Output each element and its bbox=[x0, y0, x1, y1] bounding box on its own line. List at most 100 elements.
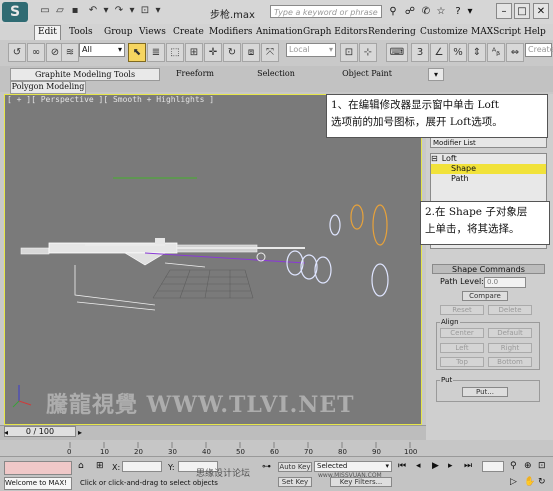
select-manipulate-icon[interactable]: ⊹ bbox=[359, 43, 377, 62]
key-mode-icon[interactable]: ⊶ bbox=[262, 462, 271, 472]
ribbon-options-dropdown[interactable]: ▾ bbox=[428, 68, 444, 81]
redo-icon[interactable]: ↷ bbox=[112, 5, 126, 17]
time-next-icon[interactable]: ▸ bbox=[78, 428, 82, 437]
percent-snap-icon[interactable]: % bbox=[449, 43, 467, 62]
project-folder-icon[interactable]: ⊡ bbox=[138, 5, 152, 17]
binoculars-icon[interactable]: ⚲ bbox=[386, 5, 400, 18]
search-input[interactable]: Type a keyword or phrase bbox=[270, 5, 382, 18]
new-file-icon[interactable]: ▭ bbox=[38, 5, 52, 17]
center-button[interactable]: Center bbox=[440, 328, 484, 338]
play-icon[interactable]: ▶ bbox=[432, 461, 439, 471]
x-coordinate-input[interactable] bbox=[122, 461, 162, 472]
open-folder-icon[interactable]: ▱ bbox=[53, 5, 67, 17]
default-button[interactable]: Default bbox=[488, 328, 532, 338]
tab-polygon-modeling[interactable]: Polygon Modeling bbox=[10, 81, 86, 94]
selected-set-select[interactable]: Selected ▾ bbox=[314, 461, 392, 472]
named-selection-sets-input[interactable]: Create bbox=[525, 43, 553, 57]
edit-named-selections-icon[interactable]: ᴬᵦ bbox=[487, 43, 505, 62]
undo-dropdown-icon[interactable]: ▾ bbox=[99, 5, 113, 17]
set-key-button[interactable]: Set Key bbox=[278, 477, 312, 487]
expand-icon[interactable]: ⊟ bbox=[431, 154, 438, 163]
link-icon[interactable]: ∞ bbox=[27, 43, 45, 62]
menu-group[interactable]: Group bbox=[101, 25, 135, 39]
tab-graphite-modeling-tools[interactable]: Graphite Modeling Tools bbox=[10, 68, 160, 81]
time-prev-icon[interactable]: ◂ bbox=[4, 428, 8, 437]
spinner-snap-icon[interactable]: ⇕ bbox=[468, 43, 486, 62]
minimize-button[interactable]: – bbox=[496, 3, 512, 19]
favorites-icon[interactable]: ☆ bbox=[434, 5, 448, 18]
modifier-list-select[interactable]: Modifier List bbox=[430, 137, 547, 148]
tab-selection[interactable]: Selection bbox=[248, 68, 304, 79]
tab-freeform[interactable]: Freeform bbox=[168, 68, 222, 79]
zoom-extents-icon[interactable]: ⊡ bbox=[538, 461, 546, 471]
delete-button[interactable]: Delete bbox=[488, 305, 532, 315]
menu-create[interactable]: Create bbox=[170, 25, 207, 39]
stack-item-path[interactable]: Path bbox=[431, 174, 546, 184]
menu-help[interactable]: Help bbox=[521, 25, 549, 39]
maxscript-listener-mini[interactable] bbox=[4, 461, 72, 475]
menu-rendering[interactable]: Rendering bbox=[365, 25, 419, 39]
mirror-icon[interactable]: ⇔ bbox=[506, 43, 524, 62]
communication-icon[interactable]: ✆ bbox=[419, 5, 433, 18]
reset-button[interactable]: Reset bbox=[440, 305, 484, 315]
path-level-input[interactable]: 0.0 bbox=[484, 277, 526, 288]
bind-space-warp-icon[interactable]: ≋ bbox=[61, 43, 79, 62]
window-crossing-icon[interactable]: ⊞ bbox=[185, 43, 203, 62]
shape-commands-rollout[interactable]: Shape Commands bbox=[432, 264, 545, 274]
menu-edit[interactable]: Edit bbox=[34, 25, 61, 41]
reference-coord-select[interactable]: Local ▾ bbox=[286, 43, 336, 57]
select-scale-icon[interactable]: ⧈ bbox=[242, 43, 260, 62]
undo-icon[interactable]: ↶ bbox=[86, 5, 100, 17]
undo-tool-icon[interactable]: ↺ bbox=[8, 43, 26, 62]
select-place-icon[interactable]: ⤧ bbox=[261, 43, 279, 62]
pivot-center-icon[interactable]: ⊡ bbox=[340, 43, 358, 62]
menu-tools[interactable]: Tools bbox=[66, 25, 96, 39]
absolute-mode-icon[interactable]: ⊞ bbox=[96, 461, 104, 471]
save-icon[interactable]: ▪ bbox=[68, 5, 82, 17]
right-button[interactable]: Right bbox=[488, 343, 532, 353]
zoom-icon[interactable]: ⚲ bbox=[510, 461, 517, 471]
menu-graph-editors[interactable]: Graph Editors bbox=[300, 25, 370, 39]
rectangular-selection-icon[interactable]: ⬚ bbox=[166, 43, 184, 62]
current-frame-input[interactable] bbox=[482, 461, 504, 472]
select-rotate-icon[interactable]: ↻ bbox=[223, 43, 241, 62]
redo-dropdown-icon[interactable]: ▾ bbox=[125, 5, 139, 17]
zoom-all-icon[interactable]: ⊕ bbox=[524, 461, 532, 471]
app-logo-button[interactable]: S bbox=[2, 2, 28, 22]
go-to-start-icon[interactable]: ⏮ bbox=[398, 461, 406, 471]
help-dropdown-icon[interactable]: ▾ bbox=[463, 5, 477, 18]
tab-object-paint[interactable]: Object Paint bbox=[332, 68, 402, 79]
bottom-button[interactable]: Bottom bbox=[488, 357, 532, 367]
perspective-viewport[interactable] bbox=[4, 94, 422, 425]
compare-button[interactable]: Compare bbox=[462, 291, 508, 301]
field-of-view-icon[interactable]: ▷ bbox=[510, 477, 517, 487]
angle-snap-icon[interactable]: ∠ bbox=[430, 43, 448, 62]
auto-key-button[interactable]: Auto Key bbox=[278, 462, 312, 472]
viewport-label[interactable]: [ + ][ Perspective ][ Smooth + Highlight… bbox=[7, 95, 214, 104]
menu-views[interactable]: Views bbox=[136, 25, 169, 39]
close-button[interactable]: ✕ bbox=[533, 3, 549, 19]
left-button[interactable]: Left bbox=[440, 343, 484, 353]
go-to-end-icon[interactable]: ⏭ bbox=[464, 461, 472, 471]
menu-maxscript[interactable]: MAXScript bbox=[468, 25, 524, 39]
subscription-icon[interactable]: ☍ bbox=[403, 5, 417, 18]
keyboard-shortcut-override-icon[interactable]: ⌨ bbox=[386, 43, 408, 62]
snaps-toggle-icon[interactable]: 3 bbox=[411, 43, 429, 62]
select-move-icon[interactable]: ✛ bbox=[204, 43, 222, 62]
select-object-icon[interactable]: ⬉ bbox=[128, 43, 146, 62]
menu-animation[interactable]: Animation bbox=[253, 25, 306, 39]
maximize-button[interactable]: □ bbox=[514, 3, 530, 19]
key-filters-button[interactable]: Key Filters... bbox=[330, 477, 392, 487]
next-frame-icon[interactable]: ▸ bbox=[448, 461, 453, 471]
stack-item-loft[interactable]: ⊟ Loft bbox=[431, 154, 546, 164]
top-button[interactable]: Top bbox=[440, 357, 484, 367]
previous-frame-icon[interactable]: ◂ bbox=[416, 461, 421, 471]
menu-modifiers[interactable]: Modifiers bbox=[206, 25, 256, 39]
orbit-icon[interactable]: ↻ bbox=[538, 477, 546, 487]
put-button[interactable]: Put... bbox=[462, 387, 508, 397]
select-by-name-icon[interactable]: ≣ bbox=[147, 43, 165, 62]
menu-customize[interactable]: Customize bbox=[417, 25, 471, 39]
selection-lock-icon[interactable]: ⌂ bbox=[78, 461, 84, 471]
qa-dropdown-icon[interactable]: ▾ bbox=[151, 5, 165, 17]
selection-filter-select[interactable]: All ▾ bbox=[79, 43, 125, 57]
